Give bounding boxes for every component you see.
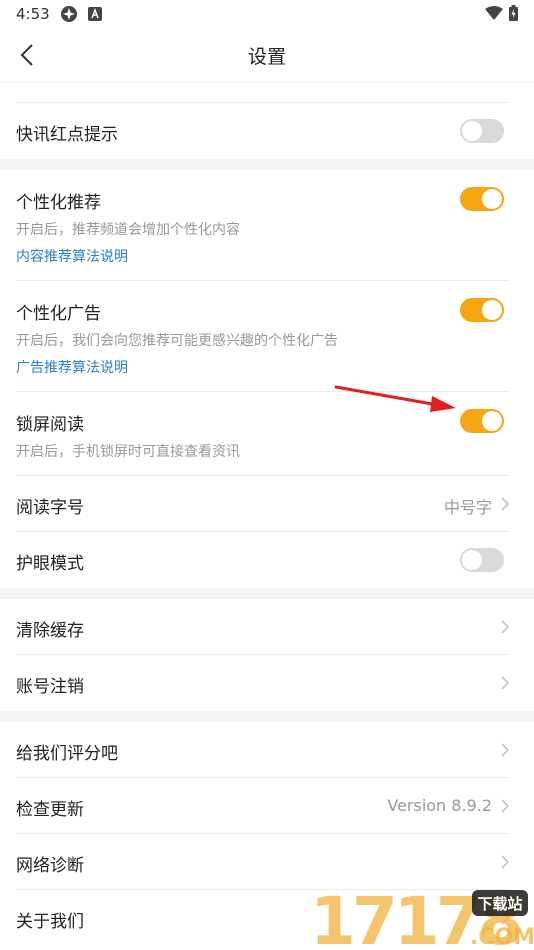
setting-title: 锁屏阅读 xyxy=(16,415,84,435)
setting-rate-us[interactable]: 给我们评分吧 xyxy=(0,722,534,778)
setting-account-cancel[interactable]: 账号注销 xyxy=(0,655,534,711)
status-bar: 4:53 xyxy=(0,0,534,28)
section-divider xyxy=(0,588,534,599)
setting-title: 检查更新 xyxy=(16,800,84,820)
toggle-knob xyxy=(482,300,502,320)
annotation-arrow-icon xyxy=(334,385,456,412)
chevron-right-icon xyxy=(501,497,510,511)
wifi-icon xyxy=(485,6,503,24)
ads-algorithm-link[interactable]: 广告推荐算法说明 xyxy=(16,357,128,377)
setting-subtitle: 开启后，我们会向您推荐可能更感兴趣的个性化广告 xyxy=(16,333,338,349)
setting-value: 中号字 xyxy=(443,498,492,517)
setting-title: 给我们评分吧 xyxy=(16,744,118,764)
toggle-knob xyxy=(482,189,502,209)
page-title: 设置 xyxy=(247,46,286,68)
setting-clear-cache[interactable]: 清除缓存 xyxy=(0,599,534,655)
setting-subtitle: 开启后，推荐频道会增加个性化内容 xyxy=(16,222,240,238)
lock-screen-read-toggle[interactable] xyxy=(460,409,504,433)
toggle-knob xyxy=(462,550,482,570)
setting-title: 关于我们 xyxy=(16,912,84,932)
chevron-right-icon xyxy=(501,620,510,634)
setting-title: 阅读字号 xyxy=(16,498,84,518)
setting-title: 个性化推荐 xyxy=(16,193,101,213)
settings-list: 快讯红点提示 个性化推荐 开启后，推荐频道会增加个性化内容 内容推荐算法说明 个… xyxy=(0,83,534,946)
setting-title: 账号注销 xyxy=(16,677,84,697)
setting-eye-mode[interactable]: 护眼模式 xyxy=(0,532,534,588)
chevron-right-icon xyxy=(501,676,510,690)
eye-mode-toggle[interactable] xyxy=(460,548,504,572)
watermark-logo: 17178 下载站 .COM xyxy=(310,883,534,950)
setting-font-size[interactable]: 阅读字号 中号字 xyxy=(0,476,534,532)
chevron-right-icon xyxy=(501,743,510,757)
section-divider xyxy=(0,159,534,170)
setting-title: 清除缓存 xyxy=(16,621,84,641)
personal-ads-toggle[interactable] xyxy=(460,298,504,322)
setting-title: 快讯红点提示 xyxy=(16,125,118,145)
status-time: 4:53 xyxy=(16,5,50,23)
flash-red-dot-toggle[interactable] xyxy=(460,119,504,143)
setting-value: Version 8.9.2 xyxy=(387,796,492,815)
battery-icon xyxy=(509,5,518,25)
chevron-right-icon xyxy=(501,855,510,869)
section-divider xyxy=(0,711,534,722)
svg-text:下载站: 下载站 xyxy=(477,895,522,913)
setting-flash-red-dot[interactable]: 快讯红点提示 xyxy=(0,103,534,159)
setting-title: 网络诊断 xyxy=(16,856,84,876)
setting-title: 护眼模式 xyxy=(16,554,84,574)
nav-bar: 设置 xyxy=(0,28,534,83)
setting-personal-recommend: 个性化推荐 开启后，推荐频道会增加个性化内容 内容推荐算法说明 xyxy=(0,170,534,281)
setting-personal-ads: 个性化广告 开启后，我们会向您推荐可能更感兴趣的个性化广告 广告推荐算法说明 xyxy=(0,281,534,392)
app-status-icon xyxy=(60,5,78,23)
recommend-algorithm-link[interactable]: 内容推荐算法说明 xyxy=(16,246,128,266)
chevron-right-icon xyxy=(501,799,510,813)
svg-text:.COM: .COM xyxy=(470,925,534,950)
setting-subtitle: 开启后，手机锁屏时可直接查看资讯 xyxy=(16,444,240,460)
toggle-knob xyxy=(482,411,502,431)
notification-a-icon xyxy=(87,7,102,21)
setting-title: 个性化广告 xyxy=(16,304,101,324)
setting-check-update[interactable]: 检查更新 Version 8.9.2 xyxy=(0,778,534,834)
personal-recommend-toggle[interactable] xyxy=(460,187,504,211)
toggle-knob xyxy=(462,121,482,141)
partial-row-cut-off xyxy=(0,83,534,103)
